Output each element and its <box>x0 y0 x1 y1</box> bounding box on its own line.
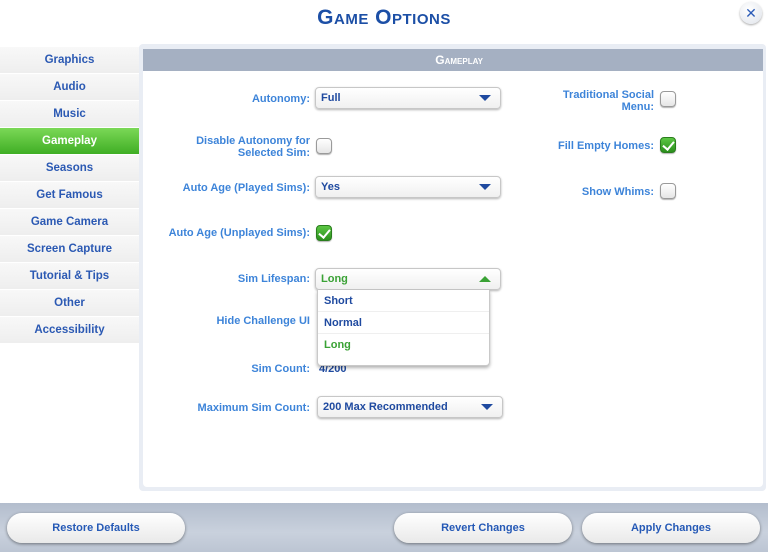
sidebar-item-get-famous[interactable]: Get Famous <box>0 182 139 209</box>
fill-empty-homes-checkbox[interactable] <box>660 137 676 153</box>
close-button[interactable]: ✕ <box>740 2 762 24</box>
chevron-up-icon <box>479 276 491 282</box>
sidebar-item-accessibility[interactable]: Accessibility <box>0 317 139 344</box>
show-whims-label: Show Whims: <box>581 186 654 198</box>
restore-defaults-button[interactable]: Restore Defaults <box>7 513 185 543</box>
sidebar-item-screen-capture[interactable]: Screen Capture <box>0 236 139 263</box>
autonomy-dropdown[interactable]: Full <box>315 87 501 109</box>
chevron-down-icon <box>481 404 493 410</box>
sim-lifespan-value: Long <box>321 273 348 285</box>
autonomy-value: Full <box>321 92 341 104</box>
show-whims-checkbox[interactable] <box>660 183 676 199</box>
panel-title: Gameplay <box>143 49 763 71</box>
sidebar-item-other[interactable]: Other <box>0 290 139 317</box>
disable-autonomy-label: Disable Autonomy for Selected Sim: <box>160 135 310 159</box>
hide-challenge-ui-label: Hide Challenge UI <box>216 315 310 327</box>
max-sim-count-label: Maximum Sim Count: <box>197 402 310 414</box>
sim-lifespan-dropdown[interactable]: Long <box>315 268 501 290</box>
chevron-down-icon <box>479 184 491 190</box>
sidebar-item-gameplay[interactable]: Gameplay <box>0 128 139 155</box>
sidebar-item-graphics[interactable]: Graphics <box>0 47 139 74</box>
sidebar-item-game-camera[interactable]: Game Camera <box>0 209 139 236</box>
sidebar-item-seasons[interactable]: Seasons <box>0 155 139 182</box>
max-sim-count-value: 200 Max Recommended <box>323 401 448 413</box>
auto-age-unplayed-label: Auto Age (Unplayed Sims): <box>168 227 310 239</box>
disable-autonomy-label-line2: Selected Sim: <box>237 147 310 159</box>
lifespan-option-normal[interactable]: Normal <box>318 312 489 334</box>
chevron-down-icon <box>479 95 491 101</box>
traditional-social-menu-checkbox[interactable] <box>660 91 676 107</box>
lifespan-option-long[interactable]: Long <box>318 334 489 356</box>
traditional-social-menu-label-line2: Menu: <box>621 101 654 113</box>
apply-changes-button[interactable]: Apply Changes <box>582 513 760 543</box>
sidebar-item-audio[interactable]: Audio <box>0 74 139 101</box>
sim-lifespan-label: Sim Lifespan: <box>237 273 310 285</box>
lifespan-option-short[interactable]: Short <box>318 290 489 312</box>
disable-autonomy-checkbox[interactable] <box>316 138 332 154</box>
options-sidebar: Graphics Audio Music Gameplay Seasons Ge… <box>0 47 139 344</box>
sim-count-label: Sim Count: <box>251 363 310 375</box>
revert-changes-button[interactable]: Revert Changes <box>394 513 572 543</box>
auto-age-played-dropdown[interactable]: Yes <box>315 176 501 198</box>
traditional-social-menu-label-line1: Traditional Social <box>562 89 654 101</box>
page-title: Game Options <box>317 6 451 29</box>
close-icon: ✕ <box>745 4 757 21</box>
disable-autonomy-label-line1: Disable Autonomy for <box>196 135 310 147</box>
fill-empty-homes-label: Fill Empty Homes: <box>558 140 654 152</box>
max-sim-count-dropdown[interactable]: 200 Max Recommended <box>317 396 503 418</box>
sidebar-item-music[interactable]: Music <box>0 101 139 128</box>
traditional-social-menu-label: Traditional Social Menu: <box>530 89 654 113</box>
auto-age-played-value: Yes <box>321 181 340 193</box>
auto-age-unplayed-checkbox[interactable] <box>316 225 332 241</box>
autonomy-label: Autonomy: <box>251 93 310 105</box>
sim-lifespan-menu: Short Normal Long <box>317 290 490 366</box>
sidebar-item-tutorial-tips[interactable]: Tutorial & Tips <box>0 263 139 290</box>
auto-age-played-label: Auto Age (Played Sims): <box>182 182 310 194</box>
